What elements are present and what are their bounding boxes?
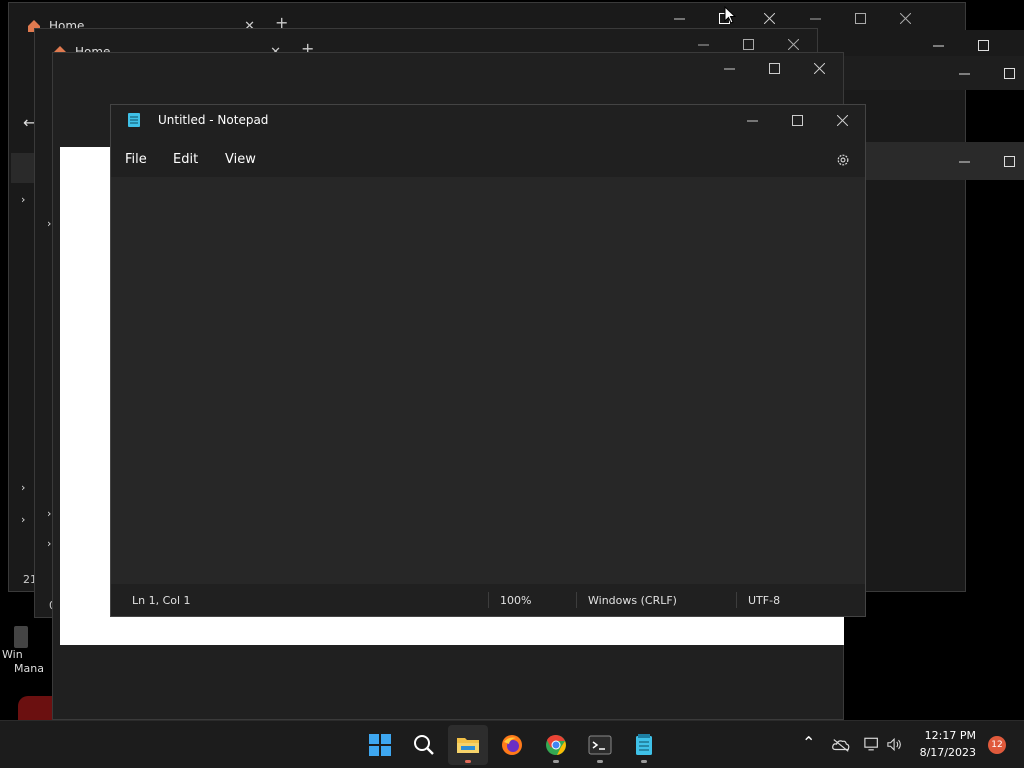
network-icon[interactable] bbox=[864, 737, 880, 752]
close-button[interactable] bbox=[797, 53, 842, 83]
taskbar-firefox[interactable] bbox=[492, 725, 532, 765]
menu-view[interactable]: View bbox=[225, 152, 256, 167]
clock-date[interactable]: 8/17/2023 bbox=[906, 746, 976, 759]
window-right-edge-3[interactable] bbox=[866, 142, 1024, 180]
volume-icon[interactable] bbox=[887, 737, 903, 752]
maximize-button[interactable] bbox=[775, 105, 820, 135]
chrome-icon bbox=[546, 734, 566, 755]
nav-pane-item[interactable] bbox=[11, 153, 35, 183]
taskbar: ⌃ 12:17 PM 8/17/2023 12 bbox=[0, 720, 1024, 768]
menu-edit[interactable]: Edit bbox=[173, 152, 198, 167]
notepad-icon bbox=[636, 734, 652, 755]
minimize-button[interactable] bbox=[730, 105, 775, 135]
running-indicator bbox=[597, 760, 603, 763]
terminal-icon bbox=[588, 735, 612, 755]
running-indicator bbox=[553, 760, 559, 763]
taskbar-notepad[interactable] bbox=[624, 725, 664, 765]
encoding[interactable]: UTF-8 bbox=[748, 594, 780, 607]
taskbar-file-explorer[interactable] bbox=[448, 725, 488, 765]
text-editor[interactable] bbox=[111, 177, 865, 585]
notepad-window[interactable]: Untitled - Notepad File Edit View Ln 1, … bbox=[110, 104, 866, 617]
menu-file[interactable]: File bbox=[125, 152, 147, 167]
line-ending[interactable]: Windows (CRLF) bbox=[588, 594, 677, 607]
wallpaper-fragment bbox=[18, 696, 52, 720]
folder-icon bbox=[457, 738, 479, 753]
notepad-icon bbox=[128, 113, 140, 127]
desktop-icon-label-2: Mana bbox=[14, 662, 44, 675]
notification-badge[interactable]: 12 bbox=[988, 736, 1006, 754]
taskbar-terminal[interactable] bbox=[580, 725, 620, 765]
chevron-right-icon[interactable]: › bbox=[21, 193, 25, 206]
minimize-button[interactable] bbox=[707, 53, 752, 83]
cursor-position: Ln 1, Col 1 bbox=[132, 594, 191, 607]
running-indicator bbox=[641, 760, 647, 763]
chevron-right-icon[interactable]: › bbox=[47, 507, 51, 520]
maximize-button[interactable] bbox=[987, 58, 1024, 88]
chevron-right-icon[interactable]: › bbox=[21, 513, 25, 526]
maximize-button[interactable] bbox=[752, 53, 797, 83]
status-divider bbox=[488, 592, 489, 608]
chevron-right-icon[interactable]: › bbox=[47, 217, 51, 230]
firefox-icon bbox=[502, 735, 522, 755]
status-bar: Ln 1, Col 1 100% Windows (CRLF) UTF-8 bbox=[111, 584, 865, 616]
window-right-edge-2[interactable] bbox=[840, 56, 1024, 90]
window-title: Untitled - Notepad bbox=[158, 113, 269, 127]
zoom-level[interactable]: 100% bbox=[500, 594, 531, 607]
taskbar-chrome[interactable] bbox=[536, 725, 576, 765]
chevron-right-icon[interactable]: › bbox=[21, 481, 25, 494]
settings-gear-icon[interactable] bbox=[836, 153, 850, 167]
close-button[interactable] bbox=[883, 3, 928, 33]
maximize-button[interactable] bbox=[838, 3, 883, 33]
chevron-right-icon[interactable]: › bbox=[47, 537, 51, 550]
status-divider bbox=[736, 592, 737, 608]
onedrive-offline-icon[interactable] bbox=[832, 738, 850, 752]
close-button[interactable] bbox=[820, 105, 865, 135]
search-button[interactable] bbox=[404, 725, 444, 765]
clock-time[interactable]: 12:17 PM bbox=[906, 729, 976, 742]
windows-logo-icon bbox=[369, 734, 391, 756]
show-hidden-icons-chevron-up-icon[interactable]: ⌃ bbox=[802, 733, 815, 752]
app-icon bbox=[14, 626, 28, 648]
menu-bar: File Edit View bbox=[111, 143, 865, 177]
minimize-button[interactable] bbox=[942, 146, 987, 176]
desktop-icon[interactable]: Win Mana bbox=[0, 610, 52, 720]
maximize-button[interactable] bbox=[987, 146, 1024, 176]
running-indicator bbox=[465, 760, 471, 763]
start-button[interactable] bbox=[360, 725, 400, 765]
mouse-cursor-icon bbox=[724, 6, 736, 24]
search-icon bbox=[414, 735, 434, 755]
desktop-icon-label-1: Win bbox=[2, 648, 23, 661]
status-divider bbox=[576, 592, 577, 608]
minimize-button[interactable] bbox=[942, 58, 987, 88]
